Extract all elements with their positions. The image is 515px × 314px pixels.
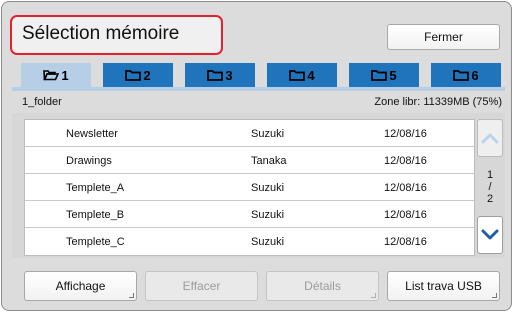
button-corner-mark	[492, 293, 497, 298]
list-item[interactable]: Templete_A Suzuki 12/08/16	[25, 174, 474, 201]
tab-folder-2[interactable]: 2	[103, 63, 173, 87]
page-separator: /	[488, 181, 492, 193]
scroll-up-button[interactable]	[477, 119, 503, 157]
list-item[interactable]: Newsletter Suzuki 12/08/16	[25, 120, 474, 147]
details-button-label: Détails	[304, 279, 341, 293]
folder-info-bar: 1_folder Zone libr: 11339MB (75%)	[12, 93, 505, 111]
file-name: Templete_C	[66, 236, 125, 248]
tab-folder-1[interactable]: 1	[21, 63, 91, 87]
file-owner: Tanaka	[251, 155, 287, 167]
file-date: 12/08/16	[384, 182, 427, 194]
file-owner: Suzuki	[251, 128, 285, 140]
delete-button[interactable]: Effacer	[145, 271, 258, 301]
open-folder-icon	[43, 70, 60, 81]
file-name: Templete_B	[66, 209, 125, 221]
file-owner: Suzuki	[251, 182, 285, 194]
file-name: Newsletter	[66, 128, 118, 140]
display-button[interactable]: Affichage	[24, 271, 137, 301]
usb-list-button[interactable]: List trava USB	[387, 271, 500, 301]
file-name: Templete_A	[66, 182, 125, 194]
folder-icon	[453, 70, 470, 81]
tab-label: 2	[143, 67, 151, 83]
delete-button-label: Effacer	[182, 279, 221, 293]
file-list: Newsletter Suzuki 12/08/16 Drawings Tana…	[24, 119, 475, 256]
scroll-down-button[interactable]	[477, 216, 503, 254]
page-total: 2	[486, 193, 494, 205]
folder-icon	[125, 70, 142, 81]
button-corner-mark	[129, 293, 134, 298]
tab-label: 1	[61, 67, 69, 83]
tab-folder-6[interactable]: 6	[431, 63, 501, 87]
file-date: 12/08/16	[384, 155, 427, 167]
file-name: Drawings	[66, 155, 112, 167]
active-tab-strip	[12, 87, 505, 91]
file-date: 12/08/16	[384, 236, 427, 248]
free-space: Zone libr: 11339MB (75%)	[374, 96, 502, 108]
chevron-up-icon	[481, 133, 499, 144]
chevron-down-icon	[481, 229, 499, 240]
page-title: Sélection mémoire	[22, 23, 180, 44]
tab-label: 4	[307, 67, 315, 83]
tab-label: 6	[471, 67, 479, 83]
page-current: 1	[486, 169, 494, 181]
details-button[interactable]: Détails	[266, 271, 379, 301]
folder-name: 1_folder	[22, 96, 62, 108]
tab-folder-4[interactable]: 4	[267, 63, 337, 87]
folder-icon	[371, 70, 388, 81]
button-corner-mark	[371, 293, 376, 298]
tab-label: 5	[389, 67, 397, 83]
close-button-label: Fermer	[424, 30, 463, 44]
tab-label: 3	[225, 67, 233, 83]
tab-folder-3[interactable]: 3	[185, 63, 255, 87]
file-date: 12/08/16	[384, 128, 427, 140]
usb-list-button-label: List trava USB	[405, 279, 482, 293]
display-button-label: Affichage	[55, 279, 106, 293]
file-date: 12/08/16	[384, 209, 427, 221]
folder-tabs: 1 2 3 4 5 6	[21, 63, 502, 87]
close-button[interactable]: Fermer	[387, 24, 500, 50]
file-owner: Suzuki	[251, 236, 285, 248]
list-item[interactable]: Templete_B Suzuki 12/08/16	[25, 201, 474, 228]
folder-icon	[207, 70, 224, 81]
tab-folder-5[interactable]: 5	[349, 63, 419, 87]
file-list-area: Newsletter Suzuki 12/08/16 Drawings Tana…	[12, 113, 505, 258]
list-item[interactable]: Templete_C Suzuki 12/08/16	[25, 228, 474, 255]
list-item[interactable]: Drawings Tanaka 12/08/16	[25, 147, 474, 174]
file-owner: Suzuki	[251, 209, 285, 221]
folder-icon	[289, 70, 306, 81]
page-indicator: 1 / 2	[477, 169, 503, 205]
